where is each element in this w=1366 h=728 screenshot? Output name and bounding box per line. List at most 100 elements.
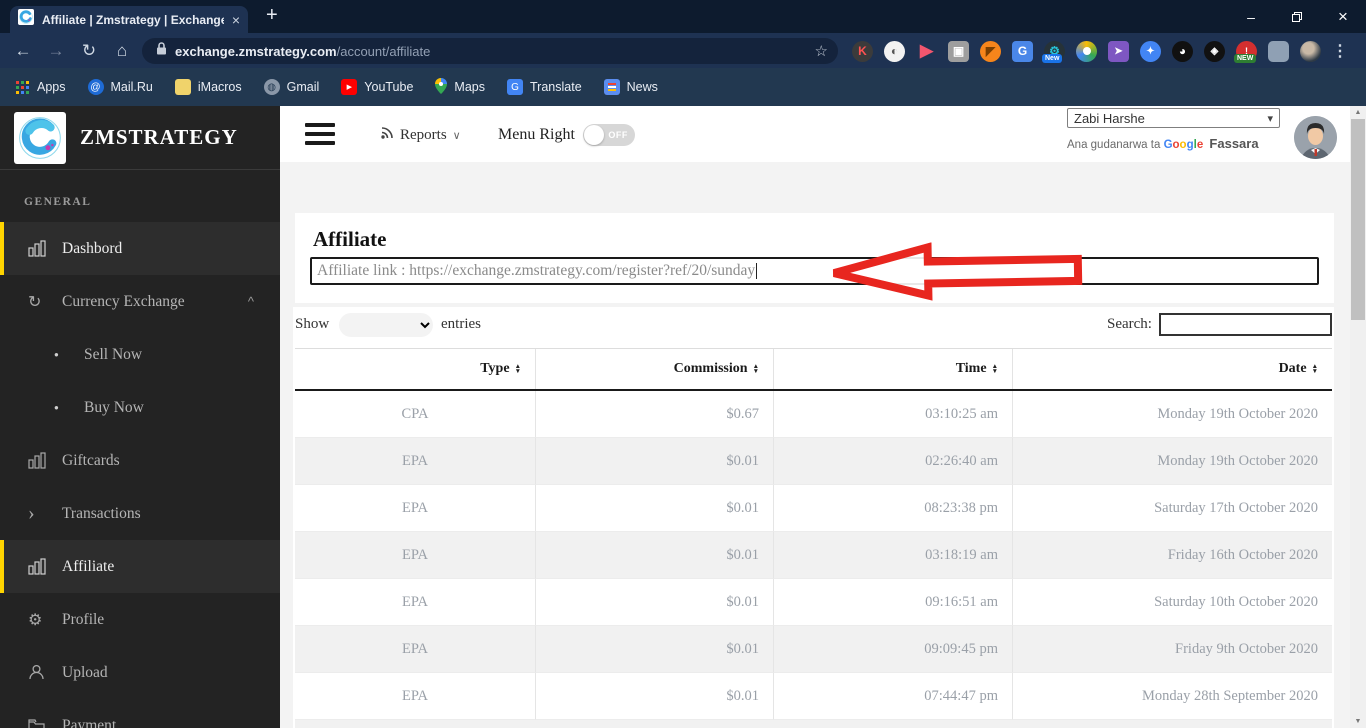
language-select[interactable]: Zabi Harshe ▾: [1067, 108, 1280, 128]
minimize-button[interactable]: –: [1228, 0, 1274, 33]
google-logo-text: Google: [1163, 139, 1204, 151]
bar-chart-icon: [28, 240, 62, 257]
sort-icon: ▲ ▼: [752, 363, 759, 375]
column-header-commission[interactable]: Commission ▲ ▼: [535, 349, 773, 389]
browser-profile-avatar[interactable]: [1300, 40, 1321, 62]
extension-icon[interactable]: ➤: [1108, 40, 1129, 62]
user-avatar[interactable]: [1294, 116, 1337, 159]
chevron-down-icon: ∨: [452, 130, 461, 142]
extension-icon[interactable]: ◈: [1204, 40, 1225, 62]
puzzle-extensions-icon[interactable]: [1268, 40, 1289, 62]
sidebar-item-label: Profile: [62, 610, 105, 628]
main-area: Reports ∨ Menu Right OFF Zabi Harshe ▾ A…: [280, 106, 1350, 728]
hamburger-menu-icon[interactable]: [305, 123, 335, 150]
menu-right-toggle[interactable]: OFF: [582, 124, 635, 146]
chevron-down-icon: ▾: [1267, 112, 1273, 125]
browser-titlebar: Affiliate | Zmstrategy | Exchange × + – …: [0, 0, 1366, 33]
extension-icon[interactable]: ◕: [1172, 40, 1193, 62]
sidebar-item-dashbord[interactable]: Dashbord: [0, 222, 280, 275]
imacros-doc-icon: [174, 79, 191, 95]
bookmark-label: Gmail: [286, 80, 320, 94]
globe-icon: ◍: [263, 79, 280, 95]
home-button[interactable]: ⌂: [107, 33, 137, 68]
search-input[interactable]: [1159, 313, 1332, 336]
scroll-down-arrow[interactable]: ▼: [1350, 715, 1366, 728]
affiliate-link-input[interactable]: Affiliate link : https://exchange.zmstra…: [310, 257, 1319, 285]
extension-icon[interactable]: G: [1012, 40, 1033, 62]
sidebar-item-profile[interactable]: ⚙ Profile: [0, 593, 280, 646]
sidebar-item-sell-now[interactable]: ● Sell Now: [0, 328, 280, 381]
bookmark-gmail[interactable]: ◍ Gmail: [263, 79, 320, 95]
sidebar-item-giftcards[interactable]: Giftcards: [0, 434, 280, 487]
cell-commission: $0.01: [535, 626, 773, 673]
table-row: CPA $0.67 03:10:25 am Monday 19th Octobe…: [295, 391, 1332, 438]
new-tab-button[interactable]: +: [266, 4, 278, 27]
cell-commission: $0.67: [535, 391, 773, 438]
chevron-right-icon: ›: [28, 502, 35, 524]
close-button[interactable]: ×: [1320, 0, 1366, 33]
cell-type: EPA: [295, 673, 535, 720]
bookmark-maps[interactable]: Maps: [435, 77, 485, 97]
column-header-time[interactable]: Time ▲ ▼: [773, 349, 1012, 389]
cell-time: 03:10:25 am: [773, 391, 1012, 438]
extension-icon[interactable]: ⚙ New: [1042, 40, 1065, 63]
sidebar-item-transactions[interactable]: › Transactions: [0, 487, 280, 540]
sidebar-item-label: Sell Now: [84, 345, 143, 363]
bookmark-mailru[interactable]: @ Mail.Ru: [87, 79, 153, 95]
cell-type: CPA: [295, 391, 535, 438]
browser-menu-icon[interactable]: ⋮: [1332, 41, 1348, 61]
extension-icon[interactable]: ◤: [980, 40, 1001, 62]
reload-button[interactable]: ↻: [74, 33, 104, 68]
bookmark-label: YouTube: [364, 80, 414, 94]
sidebar-item-affiliate[interactable]: Affiliate: [0, 540, 280, 593]
bookmark-news[interactable]: News: [603, 79, 658, 95]
brand-block[interactable]: ZMSTRATEGY: [0, 106, 280, 170]
tab-close-icon[interactable]: ×: [232, 12, 240, 28]
cell-time: 09:09:45 pm: [773, 626, 1012, 673]
sidebar-item-buy-now[interactable]: ● Buy Now: [0, 381, 280, 434]
extension-icon[interactable]: ! NEW: [1234, 40, 1257, 63]
column-header-type[interactable]: Type ▲ ▼: [295, 349, 535, 389]
cell-type: EPA: [295, 626, 535, 673]
extension-icon[interactable]: ▣: [948, 40, 969, 62]
address-bar[interactable]: exchange.zmstrategy.com/account/affiliat…: [142, 38, 838, 64]
sidebar-item-upload[interactable]: Upload: [0, 646, 280, 699]
commissions-table: Type ▲ ▼ Commission ▲ ▼ Time ▲ ▼ Date ▲ ▼ CPA $0…: [295, 348, 1332, 728]
forward-button[interactable]: →: [41, 33, 71, 68]
sidebar-item-payment[interactable]: Payment: [0, 699, 280, 728]
bookmark-apps[interactable]: Apps: [14, 79, 66, 95]
table-row: EPA $0.01 02:26:40 am Monday 19th Octobe…: [295, 438, 1332, 485]
scrollbar-thumb[interactable]: [1351, 119, 1365, 320]
cell-date: Monday 28th September 2020: [1012, 673, 1332, 720]
restore-button[interactable]: [1274, 0, 1320, 33]
browser-tab[interactable]: Affiliate | Zmstrategy | Exchange ×: [10, 6, 248, 33]
column-header-date[interactable]: Date ▲ ▼: [1012, 349, 1332, 389]
bookmark-imacros[interactable]: iMacros: [174, 79, 242, 95]
commissions-section: Show entries Search: Type ▲ ▼ Commission ▲ ▼…: [293, 307, 1334, 728]
cell-date: Monday 19th October 2020: [1012, 391, 1332, 438]
cell-date: Saturday 17th October 2020: [1012, 485, 1332, 532]
sidebar-item-label: Upload: [62, 663, 108, 681]
bookmark-label: News: [626, 80, 658, 94]
url-text: exchange.zmstrategy.com/account/affiliat…: [175, 43, 431, 59]
sidebar: ZMSTRATEGY GENERAL Dashbord ↻ Currency E…: [0, 106, 280, 728]
bookmark-youtube[interactable]: ▶ YouTube: [341, 79, 413, 95]
zmstrategy-logo-icon: [14, 111, 66, 164]
bookmark-star-icon[interactable]: ☆: [815, 42, 828, 60]
toggle-state-label: OFF: [608, 130, 628, 140]
reports-menu[interactable]: Reports ∨: [380, 126, 461, 145]
sidebar-item-currency-exchange[interactable]: ↻ Currency Exchange ^: [0, 275, 280, 328]
extension-icon[interactable]: ✦: [1140, 40, 1161, 62]
extension-icon[interactable]: K: [852, 40, 873, 62]
app-header: Reports ∨ Menu Right OFF Zabi Harshe ▾ A…: [280, 106, 1350, 162]
text-caret: [756, 263, 758, 279]
extension-icon[interactable]: [1076, 40, 1097, 62]
cell-time: 02:26:40 am: [773, 438, 1012, 485]
back-button[interactable]: ←: [8, 33, 38, 68]
bookmark-translate[interactable]: G Translate: [507, 79, 582, 95]
extension-icon[interactable]: ▶: [916, 41, 937, 62]
scroll-up-arrow[interactable]: ▲: [1350, 106, 1366, 119]
bookmark-label: Apps: [37, 80, 66, 94]
extension-icon[interactable]: ◐: [884, 40, 905, 62]
entries-select[interactable]: [339, 313, 433, 337]
